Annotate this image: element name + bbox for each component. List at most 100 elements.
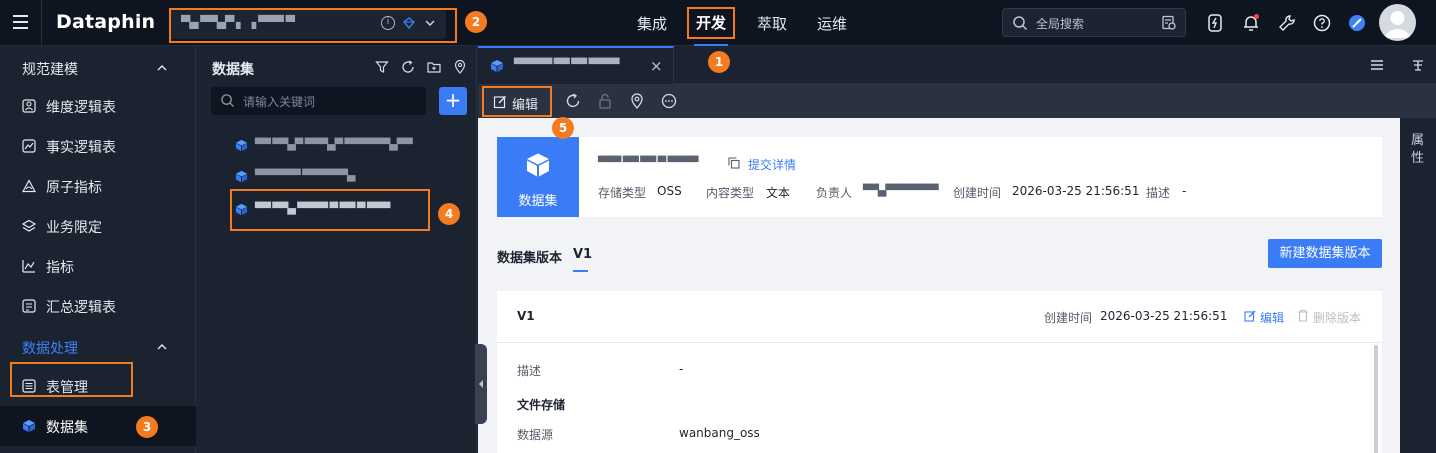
metric-icon	[22, 260, 35, 273]
list-icon[interactable]	[1370, 58, 1384, 72]
badge-label: 数据集	[518, 194, 558, 209]
edit-icon	[493, 96, 506, 109]
created-label: 创建时间	[1044, 311, 1093, 325]
nav-operations[interactable]: 运维	[817, 13, 847, 34]
trash-icon[interactable]	[1297, 309, 1309, 322]
menu-icon[interactable]	[12, 13, 30, 31]
scrollbar[interactable]	[1374, 345, 1378, 453]
location-icon[interactable]	[629, 93, 645, 109]
nav-integration[interactable]: 集成	[637, 13, 667, 34]
copy-icon[interactable]	[728, 157, 740, 169]
submit-details-link[interactable]: 提交详情	[748, 156, 796, 173]
location-icon[interactable]	[453, 60, 467, 74]
layers-icon	[22, 219, 36, 232]
highlight-box	[169, 8, 457, 43]
sidebar-item-atomic-metric[interactable]: 原子指标	[0, 166, 196, 206]
warning-triangle-icon	[22, 179, 36, 193]
cube-icon	[491, 60, 503, 72]
highlight-box	[10, 362, 133, 397]
edit-icon[interactable]	[1244, 310, 1256, 322]
bell-icon[interactable]	[1241, 13, 1261, 33]
cube-icon	[23, 420, 35, 432]
panel-collapse-handle[interactable]	[475, 344, 487, 424]
meta-value: -	[1182, 184, 1187, 198]
tab-version-v1[interactable]: V1	[573, 247, 592, 262]
sidebar-item-metric[interactable]: 指标	[0, 246, 196, 286]
edit-version-link[interactable]: 编辑	[1260, 309, 1284, 326]
field-value: -	[679, 362, 684, 376]
editor-toolbar: 编辑	[478, 84, 1436, 118]
version-card-header: V1 创建时间 2026-03-25 21:56:51 编辑 删除版本	[497, 291, 1382, 343]
meta-value: OSS	[657, 184, 682, 198]
layout-icon[interactable]	[1411, 58, 1425, 72]
add-dataset-button[interactable]: +	[439, 87, 467, 115]
meta-label: 描述	[1146, 186, 1171, 200]
chevron-up-icon[interactable]	[157, 342, 167, 352]
refresh-icon[interactable]	[565, 93, 581, 109]
avatar[interactable]	[1379, 4, 1416, 41]
edit-button-label: 编辑	[512, 98, 539, 113]
filter-icon[interactable]	[375, 60, 389, 74]
sidebar-item-label: 汇总逻辑表	[46, 300, 116, 316]
sidebar-item-label: 业务限定	[46, 220, 102, 236]
search-placeholder: 请输入关键词	[243, 95, 316, 109]
folder-add-icon[interactable]	[427, 60, 441, 74]
group-spec-modeling[interactable]: 规范建模	[22, 59, 78, 79]
field-value: wanbang_oss	[679, 426, 760, 440]
dataset-name: ▀▀▀ ▀▀ ▀▀ ▀ ▀▀▀▀	[598, 156, 698, 169]
sidebar-item-dataset[interactable]: 数据集	[0, 406, 196, 446]
dataset-search-input[interactable]: 请输入关键词	[211, 87, 426, 115]
close-icon[interactable]: ×	[650, 57, 663, 75]
sidebar-item-label: 原子指标	[46, 180, 102, 196]
theme-icon[interactable]	[1347, 13, 1367, 33]
lightning-icon[interactable]	[1205, 13, 1225, 33]
meta-value: 文本	[766, 186, 791, 200]
created-value: 2026-03-25 21:56:51	[1100, 309, 1228, 323]
meta-label: 存储类型	[598, 186, 647, 200]
dataset-list-item[interactable]: ▀▀ ▀▀▄▀ ▀▀▀▄▀ ▀▀▀▀▀▀▄▀▀	[235, 136, 415, 156]
search-icon	[221, 94, 235, 108]
sidebar-item-dimension-table[interactable]: 维度逻辑表	[0, 86, 196, 126]
sidebar-item-label: 指标	[46, 260, 74, 276]
dataset-list-item[interactable]: ▀▀▀▀▀▀ ▀▀▀▀▀▀▄	[235, 167, 415, 187]
fact-icon	[22, 139, 36, 153]
section-heading: 文件存储	[517, 398, 566, 412]
tab-dataset[interactable]: ▀▀▀▀▀ ▀▀ ▀▀ ▀▀▀▀ ×	[478, 46, 674, 84]
new-version-button[interactable]: 新建数据集版本	[1268, 239, 1382, 268]
cube-icon	[235, 170, 248, 183]
sidebar-item-business-filter[interactable]: 业务限定	[0, 206, 196, 246]
nav-extract[interactable]: 萃取	[757, 13, 787, 34]
version-section-label: 数据集版本	[497, 251, 563, 266]
lock-icon[interactable]	[597, 93, 613, 109]
global-search-placeholder: 全局搜索	[1036, 17, 1085, 31]
group-data-processing[interactable]: 数据处理	[22, 338, 78, 358]
meta-label: 创建时间	[953, 186, 1002, 200]
help-icon[interactable]	[1312, 13, 1332, 33]
meta-label: 负责人	[816, 186, 853, 200]
global-search[interactable]: 全局搜索	[1002, 8, 1186, 37]
more-icon[interactable]	[661, 93, 677, 109]
refresh-icon[interactable]	[401, 60, 415, 74]
callout-badge: 2	[465, 11, 487, 33]
tab-active-indicator	[573, 270, 588, 272]
summary-icon	[22, 299, 36, 313]
chevron-up-icon[interactable]	[157, 63, 167, 73]
search-icon	[1013, 16, 1028, 31]
callout-badge: 1	[708, 51, 730, 73]
meta-value: ▀▀▄▀▀▀▀▀▀▀	[863, 184, 939, 197]
editor-tab-bar: ▀▀▀▀▀ ▀▀ ▀▀ ▀▀▀▀ ×	[478, 46, 1436, 84]
callout-badge: 3	[136, 416, 158, 438]
sidebar-item-fact-table[interactable]: 事实逻辑表	[0, 126, 196, 166]
dimension-icon	[22, 99, 36, 113]
properties-strip[interactable]: 属性	[1400, 118, 1436, 453]
edit-button[interactable]: 编辑	[482, 86, 552, 117]
meta-value: 2026-03-25 21:56:51	[1012, 184, 1140, 198]
chevron-left-icon	[479, 380, 483, 388]
sidebar-item-summary-table[interactable]: 汇总逻辑表	[0, 286, 196, 326]
callout-badge: 5	[552, 117, 574, 139]
wrench-icon[interactable]	[1277, 13, 1297, 33]
delete-version-link[interactable]: 删除版本	[1313, 309, 1361, 326]
nav-develop[interactable]: 开发	[687, 7, 735, 39]
highlight-box	[230, 189, 430, 231]
search-history-icon[interactable]	[1161, 15, 1177, 31]
